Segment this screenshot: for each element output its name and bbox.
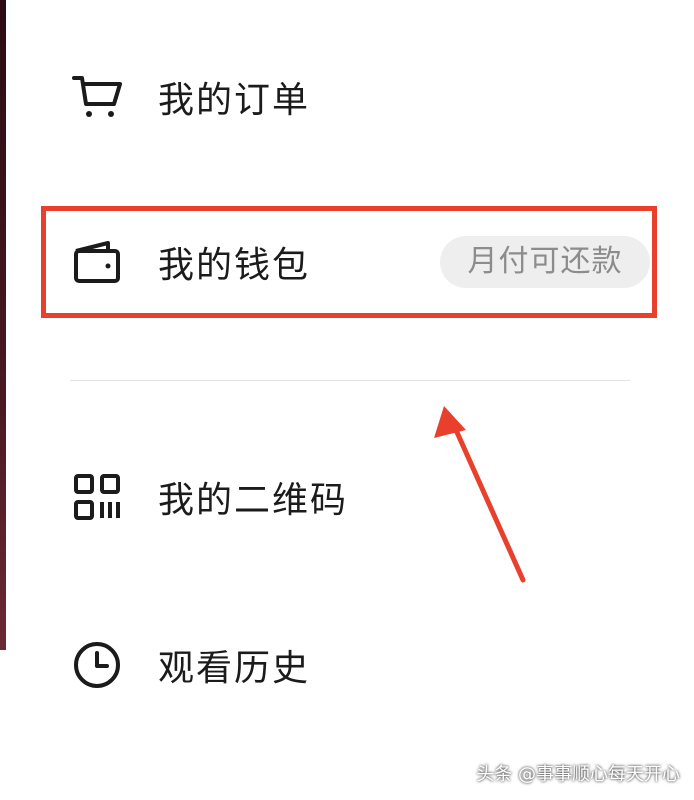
menu-item-label: 我的二维码 [158,480,349,521]
qr-code-icon [70,470,124,524]
divider [70,380,630,381]
menu-item-my-qr-code[interactable]: 我的二维码 [0,452,694,542]
menu-item-label: 我的订单 [158,80,311,121]
shopping-cart-icon [70,70,124,124]
highlight-box [41,206,657,318]
menu-item-my-orders[interactable]: 我的订单 [0,52,694,142]
menu-item-watch-history[interactable]: 观看历史 [0,620,694,710]
menu-item-label: 观看历史 [158,648,311,689]
clock-icon [70,638,124,692]
watermark: 头条 @事事顺心每天开心 [476,764,680,785]
screen: 我的订单 我的钱包 月付可还款 我的二维码 观看历史 头条 @事事顺心每天开心 [0,0,694,800]
